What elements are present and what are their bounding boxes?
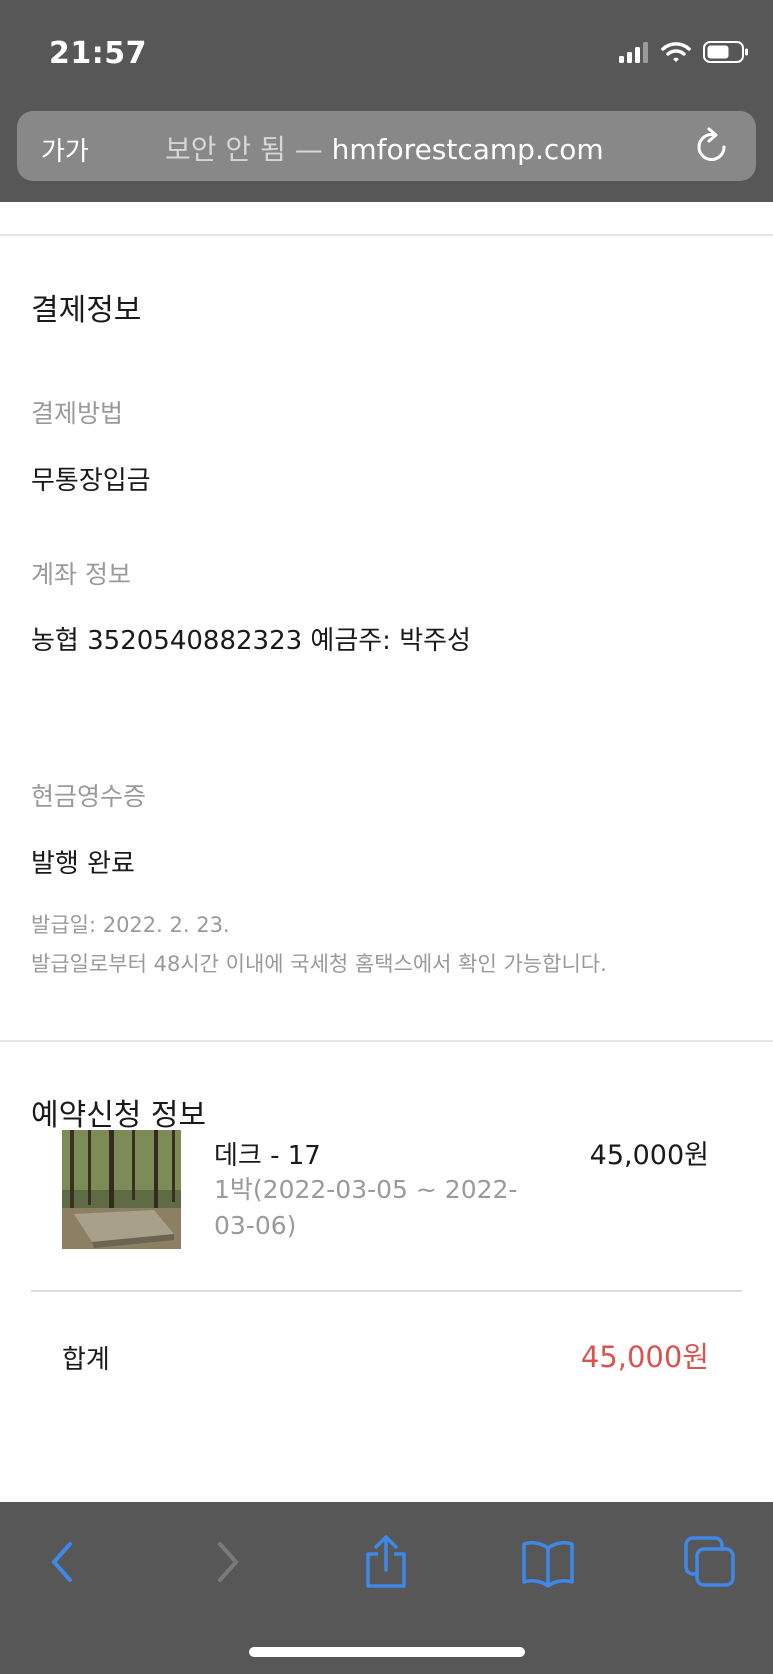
url-security-warning: 보안 안 됨 — — [165, 133, 323, 166]
receipt-issue-date: 발급일: 2022. 2. 23. — [31, 913, 230, 937]
address-bar[interactable]: 가가 보안 안 됨 — hmforestcamp.com — [17, 111, 756, 181]
total-value: 45,000원 — [580, 1340, 709, 1374]
section-divider — [0, 234, 773, 236]
reservation-section-title: 예약신청 정보 — [31, 1098, 207, 1133]
browser-top-chrome: 21:57 가가 보안 안 됨 — hmforestcamp.com — [0, 0, 773, 202]
url-domain: hmforestcamp.com — [331, 133, 604, 166]
account-info-label: 계좌 정보 — [31, 560, 131, 589]
status-time: 21:57 — [49, 36, 147, 71]
receipt-issue-note: 발급일로부터 48시간 이내에 국세청 홈택스에서 확인 가능합니다. — [31, 952, 607, 976]
reservation-item-price: 45,000원 — [589, 1140, 709, 1171]
status-icons — [619, 40, 749, 64]
account-info-value: 농협 3520540882323 예금주: 박주성 — [31, 626, 471, 656]
wifi-icon — [661, 42, 691, 62]
payment-section-title: 결제정보 — [31, 293, 142, 328]
share-icon[interactable] — [356, 1532, 416, 1592]
total-divider — [31, 1290, 742, 1292]
tabs-icon[interactable] — [680, 1532, 740, 1592]
url-display[interactable]: 보안 안 됨 — hmforestcamp.com — [165, 128, 604, 168]
reservation-item-dates: 1박(2022-03-05 ~ 2022-03-06) — [214, 1175, 518, 1240]
reservation-item-name: 데크 - 17 — [214, 1141, 321, 1171]
home-indicator — [249, 1647, 525, 1657]
campsite-thumbnail — [62, 1130, 181, 1249]
cash-receipt-label: 현금영수증 — [31, 782, 147, 811]
text-size-button[interactable]: 가가 — [41, 131, 89, 168]
section-divider — [0, 1040, 773, 1042]
cellular-signal-icon — [619, 42, 648, 63]
battery-icon — [703, 41, 748, 63]
chevron-left-icon[interactable] — [34, 1532, 94, 1592]
chevron-right-icon[interactable] — [196, 1532, 256, 1592]
cash-receipt-value: 발행 완료 — [31, 849, 135, 879]
payment-method-label: 결제방법 — [31, 399, 124, 428]
total-label: 합계 — [62, 1345, 110, 1375]
book-icon[interactable] — [518, 1532, 578, 1592]
reload-icon[interactable] — [694, 127, 730, 165]
payment-method-value: 무통장입금 — [31, 466, 151, 496]
